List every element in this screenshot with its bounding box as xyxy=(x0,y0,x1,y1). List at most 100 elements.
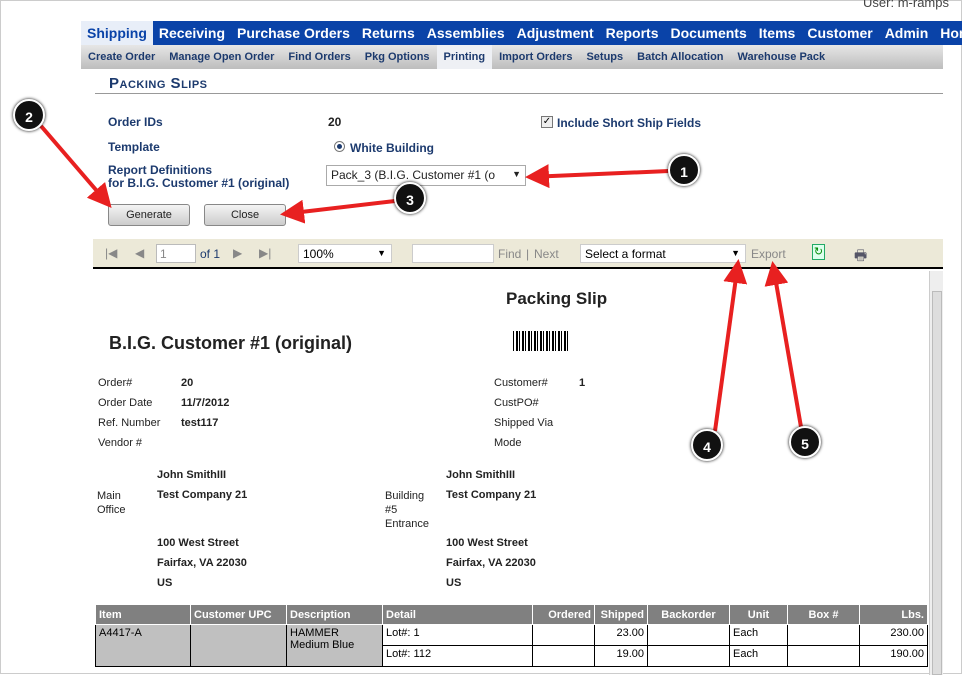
cell-unit: Each xyxy=(729,624,788,646)
nav-customer[interactable]: Customer xyxy=(801,21,878,45)
arrow-1 xyxy=(525,164,670,189)
report-definition-select[interactable]: Pack_3 (B.I.G. Customer #1 (o ▼ xyxy=(326,165,526,186)
nav-home[interactable]: Home xyxy=(934,21,962,45)
cell-item: A4417-A xyxy=(95,624,191,667)
subnav-warehouse-pack[interactable]: Warehouse Pack xyxy=(731,45,833,69)
scrollbar-thumb[interactable] xyxy=(932,291,942,675)
arrow-2 xyxy=(39,124,112,209)
col-backorder: Backorder xyxy=(647,604,730,625)
nav-reports[interactable]: Reports xyxy=(600,21,665,45)
customer-name: B.I.G. Customer #1 (original) xyxy=(109,333,353,353)
cell-shipped: 23.00 xyxy=(594,624,648,646)
last-page-icon[interactable]: ▶| xyxy=(259,246,271,260)
cell-description: HAMMER Medium Blue xyxy=(286,624,383,667)
nav-assemblies[interactable]: Assemblies xyxy=(421,21,511,45)
zoom-select[interactable]: 100% ▼ xyxy=(298,244,392,263)
page-title: Packing Slips xyxy=(109,75,208,92)
order-num-value: 20 xyxy=(181,377,194,389)
next-page-icon[interactable]: ▶ xyxy=(233,246,242,260)
nav-returns[interactable]: Returns xyxy=(356,21,421,45)
generate-button[interactable]: Generate xyxy=(108,204,190,226)
col-lbs: Lbs. xyxy=(859,604,928,625)
export-link[interactable]: Export xyxy=(751,247,786,261)
template-radio[interactable] xyxy=(334,141,345,152)
chevron-down-icon: ▼ xyxy=(512,169,521,179)
table-header: Item Customer UPC Description Detail Ord… xyxy=(95,604,928,625)
nav-items[interactable]: Items xyxy=(753,21,802,45)
report-page: Packing Slip B.I.G. Customer #1 (origina… xyxy=(93,271,929,675)
title-divider xyxy=(95,93,943,94)
callout-2: 2 xyxy=(13,99,45,131)
report-scrollbar[interactable] xyxy=(929,271,943,675)
prev-page-icon[interactable]: ◀ xyxy=(135,246,144,260)
find-input[interactable] xyxy=(412,244,494,263)
col-item: Item xyxy=(95,604,191,625)
shipped-via-label: Shipped Via xyxy=(494,417,554,429)
refresh-icon[interactable]: ↻ xyxy=(812,244,825,260)
order-ids-label: Order IDs xyxy=(108,115,163,129)
vendor-label: Vendor # xyxy=(98,437,143,449)
subnav-import-orders[interactable]: Import Orders xyxy=(492,45,579,69)
cell-upc xyxy=(190,624,287,667)
nav-documents[interactable]: Documents xyxy=(665,21,753,45)
next-link[interactable]: Next xyxy=(534,247,559,261)
nav-purchase-orders[interactable]: Purchase Orders xyxy=(231,21,356,45)
find-separator: | xyxy=(526,247,530,261)
first-page-icon[interactable]: |◀ xyxy=(105,246,117,260)
short-ship-checkbox[interactable]: ✓ xyxy=(541,116,553,128)
callout-4: 4 xyxy=(691,429,723,461)
subnav-manage-open-order[interactable]: Manage Open Order xyxy=(162,45,281,69)
cell-backorder xyxy=(647,645,730,667)
items-table: Item Customer UPC Description Detail Ord… xyxy=(95,604,928,667)
cell-ordered xyxy=(532,624,595,646)
cell-shipped: 19.00 xyxy=(594,645,648,667)
cell-detail: Lot#: 112 xyxy=(382,645,533,667)
page-input[interactable]: 1 xyxy=(156,244,196,263)
short-ship-label: Include Short Ship Fields xyxy=(557,116,702,130)
cell-unit: Each xyxy=(729,645,788,667)
template-label: Template xyxy=(108,140,160,154)
nav-shipping[interactable]: Shipping xyxy=(81,21,153,45)
report-def-label: Report Definitions xyxy=(108,163,212,177)
subnav-printing[interactable]: Printing xyxy=(436,45,493,69)
to-name: John SmithIII xyxy=(446,469,516,481)
cell-box xyxy=(787,645,860,667)
callout-1: 1 xyxy=(668,154,700,186)
subnav-pkg-options[interactable]: Pkg Options xyxy=(358,45,437,69)
from-city: Fairfax, VA 22030 xyxy=(157,557,247,569)
print-icon[interactable]: 🖶 xyxy=(854,245,867,269)
customer-num-label: Customer# xyxy=(494,377,548,389)
subnav-setups[interactable]: Setups xyxy=(579,45,630,69)
close-button[interactable]: Close xyxy=(204,204,286,226)
table-row: A4417-A HAMMER Medium Blue Lot#: 1 23.00… xyxy=(95,624,928,667)
cell-ordered xyxy=(532,645,595,667)
nav-adjustment[interactable]: Adjustment xyxy=(511,21,600,45)
to-country: US xyxy=(446,577,462,589)
from-company: Test Company 21 xyxy=(157,489,248,501)
cell-lbs: 230.00 xyxy=(859,624,928,646)
col-box: Box # xyxy=(787,604,860,625)
chevron-down-icon: ▼ xyxy=(731,248,740,258)
col-ordered: Ordered xyxy=(532,604,595,625)
custpo-label: CustPO# xyxy=(494,397,539,409)
to-label: Building #5 Entrance xyxy=(385,490,430,530)
find-link[interactable]: Find xyxy=(498,247,521,261)
ref-number-value: test117 xyxy=(181,417,219,429)
subnav-batch-allocation[interactable]: Batch Allocation xyxy=(630,45,730,69)
chevron-down-icon: ▼ xyxy=(377,248,386,258)
template-option: White Building xyxy=(350,141,434,155)
subnav-create-order[interactable]: Create Order xyxy=(81,45,162,69)
cell-lbs: 190.00 xyxy=(859,645,928,667)
zoom-value: 100% xyxy=(303,247,334,261)
user-label: User: m-ramps xyxy=(863,0,949,10)
report-title: Packing Slip xyxy=(506,289,608,308)
format-select[interactable]: Select a format ▼ xyxy=(580,244,746,263)
cell-box xyxy=(787,624,860,646)
subnav-find-orders[interactable]: Find Orders xyxy=(281,45,357,69)
nav-admin[interactable]: Admin xyxy=(879,21,935,45)
cell-backorder xyxy=(647,624,730,646)
cell-detail: Lot#: 1 xyxy=(382,624,533,646)
mode-label: Mode xyxy=(494,437,522,449)
nav-receiving[interactable]: Receiving xyxy=(153,21,231,45)
from-street: 100 West Street xyxy=(157,537,239,549)
